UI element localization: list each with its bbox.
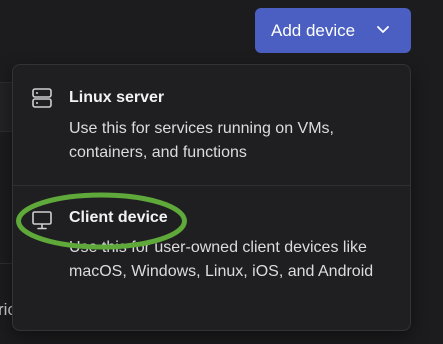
menu-item-client-device[interactable]: Client device Use this for user-owned cl… bbox=[13, 186, 410, 331]
add-device-label: Add device bbox=[271, 20, 356, 40]
menu-item-description: Use this for user-owned client devices l… bbox=[69, 239, 374, 280]
menu-item-title: Linux server bbox=[69, 89, 165, 106]
add-device-menu: Linux server Use this for services runni… bbox=[12, 64, 411, 331]
chevron-down-icon bbox=[377, 26, 389, 33]
add-device-button[interactable]: Add device bbox=[255, 8, 411, 53]
server-icon bbox=[32, 88, 52, 108]
menu-item-description: Use this for services running on VMs, co… bbox=[69, 120, 334, 161]
monitor-icon bbox=[32, 211, 52, 230]
menu-item-title: Client device bbox=[69, 209, 168, 226]
menu-item-linux-server[interactable]: Linux server Use this for services runni… bbox=[13, 65, 410, 185]
